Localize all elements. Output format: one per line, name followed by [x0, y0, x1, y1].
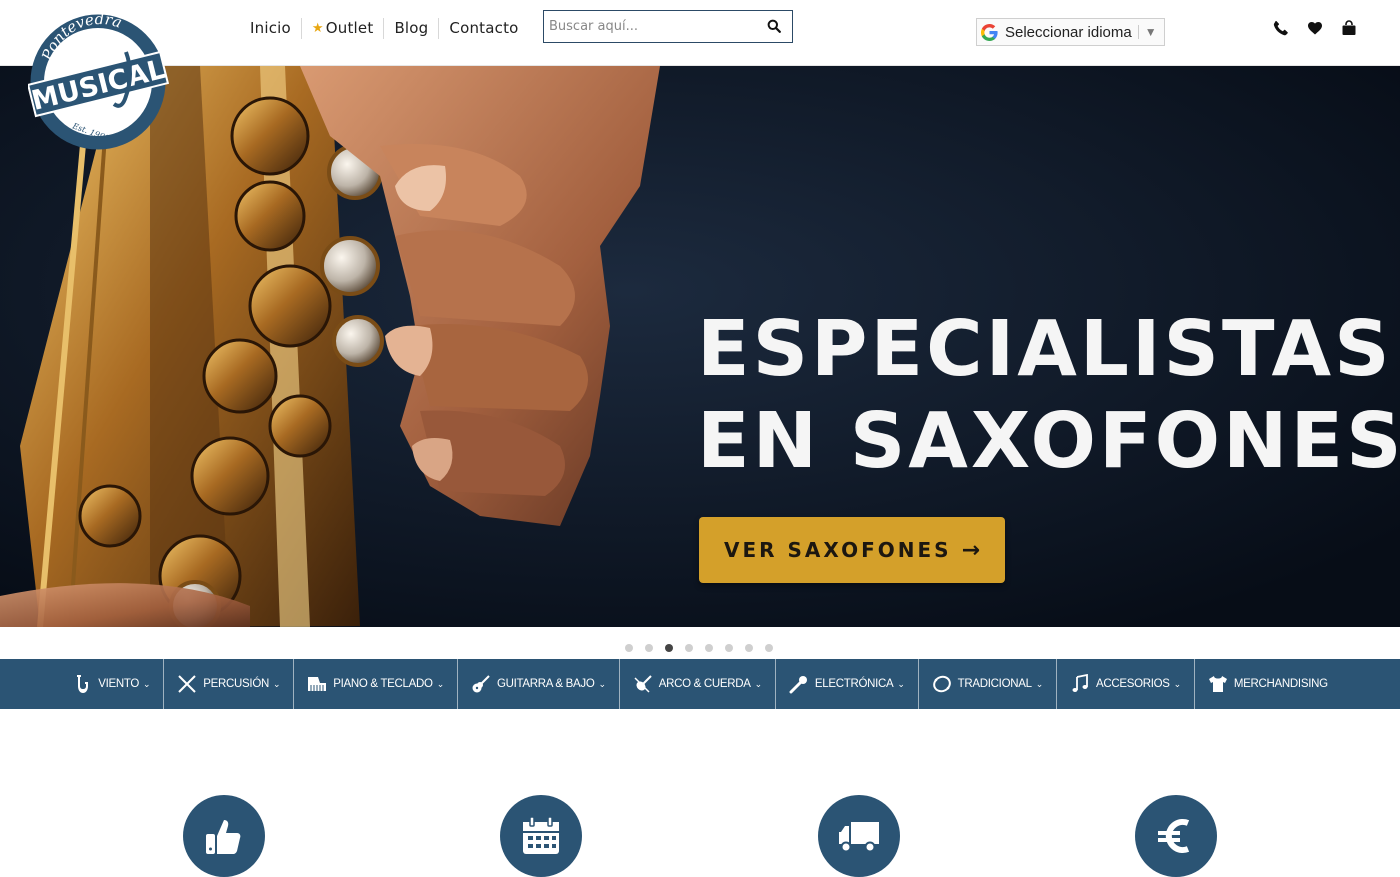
thumbs-up-icon	[206, 820, 241, 854]
nav-item-blog[interactable]: Blog	[383, 18, 438, 39]
site-header: Inicio ★Outlet Blog Contacto Seleccionar…	[0, 0, 1400, 66]
hero-banner: ESPECIALISTAS EN SAXOFONES VER SAXOFONES…	[0, 66, 1400, 627]
slider-dot[interactable]	[745, 644, 753, 652]
truck-icon	[839, 822, 879, 853]
header-icons	[1273, 20, 1357, 36]
chevron-down-icon: ⌄	[436, 678, 445, 689]
tshirt-icon	[1208, 676, 1227, 692]
cart-icon[interactable]	[1341, 20, 1357, 36]
slider-dot-active[interactable]	[665, 644, 673, 652]
category-piano-teclado[interactable]: PIANO & TECLADO ⌄	[293, 659, 457, 709]
site-logo[interactable]: Pontevedra MUSICAL Est. 1998	[28, 12, 170, 154]
saxophone-icon	[77, 675, 89, 693]
feature-price	[1135, 795, 1217, 877]
nav-item-outlet[interactable]: ★ Outlet	[300, 18, 384, 39]
chevron-down-icon: ⌄	[143, 678, 151, 689]
category-guitarra-bajo[interactable]: GUITARRA & BAJO ⌄	[456, 659, 619, 709]
slider-dot[interactable]	[685, 644, 693, 652]
star-icon: ★	[311, 21, 324, 36]
chevron-down-icon: ⌄	[897, 678, 905, 689]
category-percusion[interactable]: PERCUSIÓN ⌄	[163, 659, 293, 709]
chevron-down-icon: ⌄	[1173, 678, 1182, 689]
feature-shipping	[818, 795, 900, 877]
arrow-right-icon: →	[961, 537, 980, 563]
slider-dot[interactable]	[645, 644, 653, 652]
category-arco-cuerda[interactable]: ARCO & CUERDA ⌄	[618, 659, 775, 709]
main-nav: Inicio ★ Outlet Blog Contacto	[240, 18, 529, 39]
slider-dot[interactable]	[625, 644, 633, 652]
piano-icon	[308, 677, 327, 691]
category-electronica[interactable]: ELECTRÓNICA ⌄	[774, 659, 918, 709]
category-accesorios[interactable]: ACCESORIOS ⌄	[1055, 659, 1194, 709]
calendar-icon	[523, 816, 559, 854]
guitar-icon	[472, 675, 490, 693]
tambourine-icon	[932, 675, 951, 693]
violin-icon	[634, 675, 652, 693]
microphone-icon	[789, 676, 807, 694]
music-notes-icon	[1072, 674, 1088, 692]
chevron-down-icon: ⌄	[754, 678, 763, 689]
category-viento[interactable]: VIENTO ⌄	[59, 659, 163, 709]
search-box	[543, 10, 793, 43]
heart-icon[interactable]	[1307, 20, 1323, 36]
slider-dot[interactable]	[705, 644, 713, 652]
category-menu: VIENTO ⌄ PERCUSIÓN ⌄ PIANO & TECLADO ⌄ GUIT…	[0, 659, 1400, 709]
search-input[interactable]	[544, 11, 754, 42]
hero-title: ESPECIALISTAS EN SAXOFONES	[697, 305, 1400, 486]
nav-item-inicio[interactable]: Inicio	[240, 18, 301, 39]
chevron-down-icon: ⌄	[272, 678, 281, 689]
phone-icon[interactable]	[1273, 20, 1289, 36]
slider-dot[interactable]	[765, 644, 773, 652]
dropdown-arrow-icon: ▼	[1144, 25, 1157, 39]
search-icon[interactable]	[767, 19, 781, 33]
category-tradicional[interactable]: TRADICIONAL ⌄	[917, 659, 1056, 709]
category-merchandising[interactable]: MERCHANDISING	[1193, 659, 1341, 709]
feature-quality	[183, 795, 265, 877]
divider	[1137, 25, 1139, 39]
slider-dot[interactable]	[725, 644, 733, 652]
feature-schedule	[500, 795, 582, 877]
chevron-down-icon: ⌄	[598, 678, 606, 689]
language-selector[interactable]: Seleccionar idioma ▼	[976, 18, 1165, 46]
slider-dots	[625, 644, 773, 652]
google-icon	[981, 23, 998, 41]
ver-saxofones-button[interactable]: VER SAXOFONES →	[699, 517, 1005, 583]
drumsticks-icon	[178, 675, 197, 693]
euro-icon	[1158, 819, 1190, 853]
language-label: Seleccionar idioma	[1005, 23, 1132, 41]
chevron-down-icon: ⌄	[1035, 678, 1044, 689]
nav-item-contacto[interactable]: Contacto	[438, 18, 528, 39]
